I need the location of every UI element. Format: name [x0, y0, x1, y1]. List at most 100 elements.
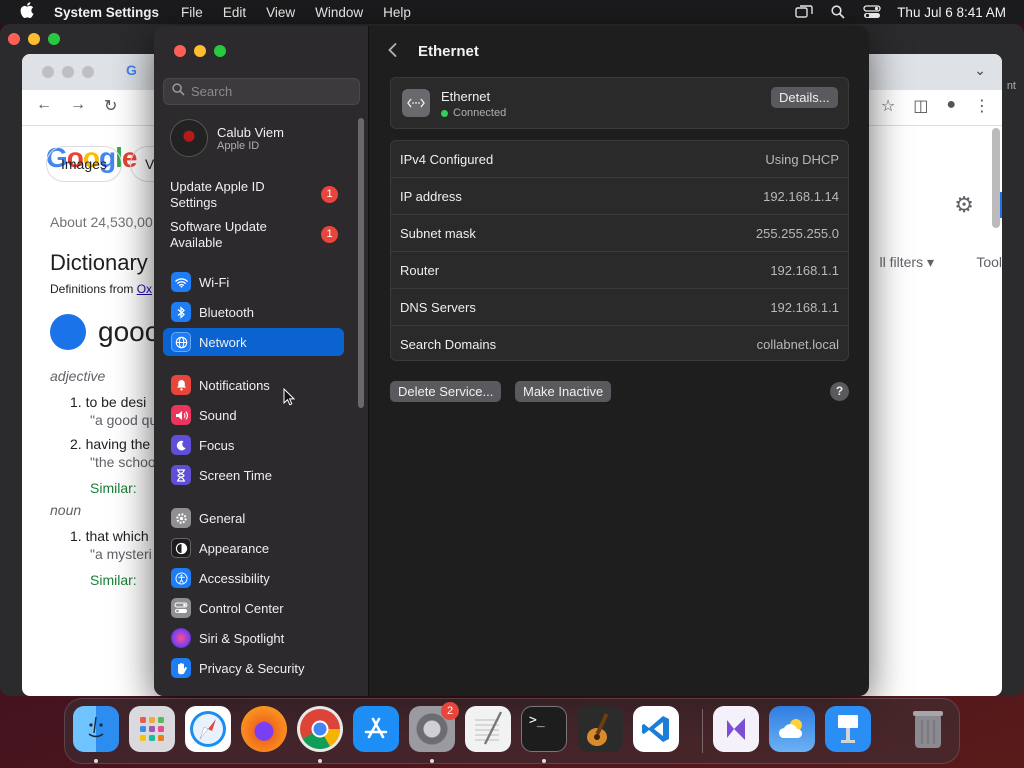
example-2: "the schoo — [90, 454, 156, 470]
details-button[interactable]: Details... — [771, 87, 838, 108]
sidebar-item-sound[interactable]: Sound — [163, 401, 344, 429]
connection-status: Connected — [441, 107, 506, 119]
sidebar-scrollbar[interactable] — [358, 118, 364, 408]
chevron-down-icon[interactable]: ⌄ — [974, 62, 986, 79]
sidebar-item-label: Accessibility — [199, 570, 270, 586]
apple-id-user[interactable]: Calub Viem Apple ID — [170, 119, 284, 157]
make-inactive-button[interactable]: Make Inactive — [515, 381, 612, 402]
ethernet-service-card: Ethernet Connected Details... — [390, 77, 849, 129]
menu-app-name[interactable]: System Settings — [54, 5, 159, 20]
gear-icon — [171, 508, 191, 528]
sidebar-item-focus[interactable]: Focus — [163, 431, 344, 459]
close-button[interactable] — [174, 45, 186, 57]
menu-edit[interactable]: Edit — [223, 5, 246, 20]
appearance-icon — [171, 538, 191, 558]
sidebar-item-label: Privacy & Security — [199, 660, 305, 676]
row-label: DNS Servers — [400, 299, 476, 315]
hand-icon — [171, 658, 191, 678]
more-menu-icon[interactable]: ⋮ — [974, 96, 990, 116]
notice-update-apple-id[interactable]: Update Apple ID Settings 1 — [170, 179, 360, 211]
menu-help[interactable]: Help — [383, 5, 411, 20]
safari-icon[interactable] — [185, 706, 231, 752]
bg-zoom-button[interactable] — [48, 33, 60, 45]
similar-label-2: Similar: — [90, 572, 137, 588]
row-label: Search Domains — [400, 337, 497, 352]
ipv4-info-card: IPv4 Configured Using DHCP IP address 19… — [390, 140, 849, 361]
sidebar-item-label: Screen Time — [199, 467, 272, 483]
sidebar-item-label: General — [199, 510, 246, 526]
keynote-icon[interactable] — [825, 706, 871, 752]
bluetooth-icon — [171, 302, 191, 322]
sidebar-item-screen-time[interactable]: Screen Time — [163, 461, 344, 489]
search-field[interactable] — [163, 78, 360, 105]
all-filters-button[interactable]: ll filters ▾ — [880, 254, 934, 271]
wifi-icon — [171, 272, 191, 292]
app-store-icon[interactable] — [353, 706, 399, 752]
side-panel-icon[interactable]: ◫ — [913, 96, 928, 116]
search-chip-images[interactable]: Images — [46, 146, 122, 182]
bg-close-button[interactable] — [8, 33, 20, 45]
vscode-icon[interactable] — [633, 706, 679, 752]
definition-2: 2. having the — [70, 436, 151, 452]
forward-arrow-icon[interactable]: → — [70, 96, 86, 116]
menu-view[interactable]: View — [266, 5, 295, 20]
finder-icon[interactable] — [73, 706, 119, 752]
weather-icon[interactable] — [769, 706, 815, 752]
search-input[interactable] — [191, 84, 351, 99]
sidebar-item-siri-spotlight[interactable]: Siri & Spotlight — [163, 624, 344, 652]
siri-icon — [171, 628, 191, 648]
bookmark-star-icon[interactable]: ☆ — [881, 96, 895, 116]
similar-label: Similar: — [90, 480, 137, 496]
sidebar-item-general[interactable]: General — [163, 504, 344, 532]
row-value: 192.168.1.1 — [770, 262, 839, 278]
row-value: 255.255.255.0 — [755, 225, 839, 241]
oxford-link[interactable]: Ox — [137, 282, 152, 296]
notice-software-update[interactable]: Software Update Available 1 — [170, 219, 360, 251]
profile-icon[interactable]: ● — [946, 96, 956, 116]
chrome-icon[interactable] — [297, 706, 343, 752]
zoom-button[interactable] — [214, 45, 226, 57]
help-button[interactable]: ? — [830, 382, 849, 401]
browser-scrollbar[interactable] — [992, 128, 1000, 228]
spotlight-search-icon[interactable] — [829, 5, 847, 19]
back-chevron-icon[interactable] — [388, 41, 404, 62]
terminal-icon[interactable]: >_ — [521, 706, 567, 752]
menu-window[interactable]: Window — [315, 5, 363, 20]
sidebar-item-appearance[interactable]: Appearance — [163, 534, 344, 562]
trash-icon[interactable] — [905, 706, 951, 752]
sidebar-item-accessibility[interactable]: Accessibility — [163, 564, 344, 592]
accessibility-icon — [171, 568, 191, 588]
sidebar-item-network[interactable]: Network — [163, 328, 344, 356]
bg-minimize-button[interactable] — [28, 33, 40, 45]
system-settings-icon[interactable]: 2 — [409, 702, 459, 752]
reload-icon[interactable]: ↻ — [104, 96, 117, 116]
sidebar-item-wifi[interactable]: Wi-Fi — [163, 268, 344, 296]
sidebar-item-privacy-security[interactable]: Privacy & Security — [163, 654, 344, 682]
system-settings-window: Calub Viem Apple ID Update Apple ID Sett… — [154, 26, 869, 696]
settings-gear-icon[interactable]: ⚙ — [954, 192, 974, 218]
back-arrow-icon[interactable]: ← — [36, 96, 52, 116]
launchpad-icon[interactable] — [129, 706, 175, 752]
delete-service-button[interactable]: Delete Service... — [390, 381, 502, 402]
sidebar-item-label: Appearance — [199, 540, 270, 556]
pronounce-speaker-icon[interactable] — [50, 314, 86, 350]
sidebar-item-bluetooth[interactable]: Bluetooth — [163, 298, 344, 326]
sidebar-item-control-center[interactable]: Control Center — [163, 594, 344, 622]
visual-studio-icon[interactable] — [713, 706, 759, 752]
minimize-button[interactable] — [194, 45, 206, 57]
row-label: IP address — [400, 188, 462, 204]
textedit-icon[interactable] — [465, 706, 511, 752]
apple-logo-icon[interactable] — [0, 2, 54, 22]
control-center-icon[interactable] — [863, 5, 881, 19]
tools-button[interactable]: Tool — [976, 254, 1002, 270]
menu-clock[interactable]: Thu Jul 6 8:41 AM — [897, 5, 1006, 20]
menu-file[interactable]: File — [181, 5, 203, 20]
firefox-icon[interactable] — [241, 706, 287, 752]
running-indicator — [318, 759, 322, 763]
garageband-icon[interactable] — [577, 706, 623, 752]
google-tab-favicon-icon[interactable]: G — [126, 62, 137, 78]
sidebar-item-notifications[interactable]: Notifications — [163, 371, 344, 399]
screen-mirroring-icon[interactable] — [795, 5, 813, 19]
sidebar-item-label: Sound — [199, 407, 237, 423]
row-label: Router — [400, 262, 440, 278]
